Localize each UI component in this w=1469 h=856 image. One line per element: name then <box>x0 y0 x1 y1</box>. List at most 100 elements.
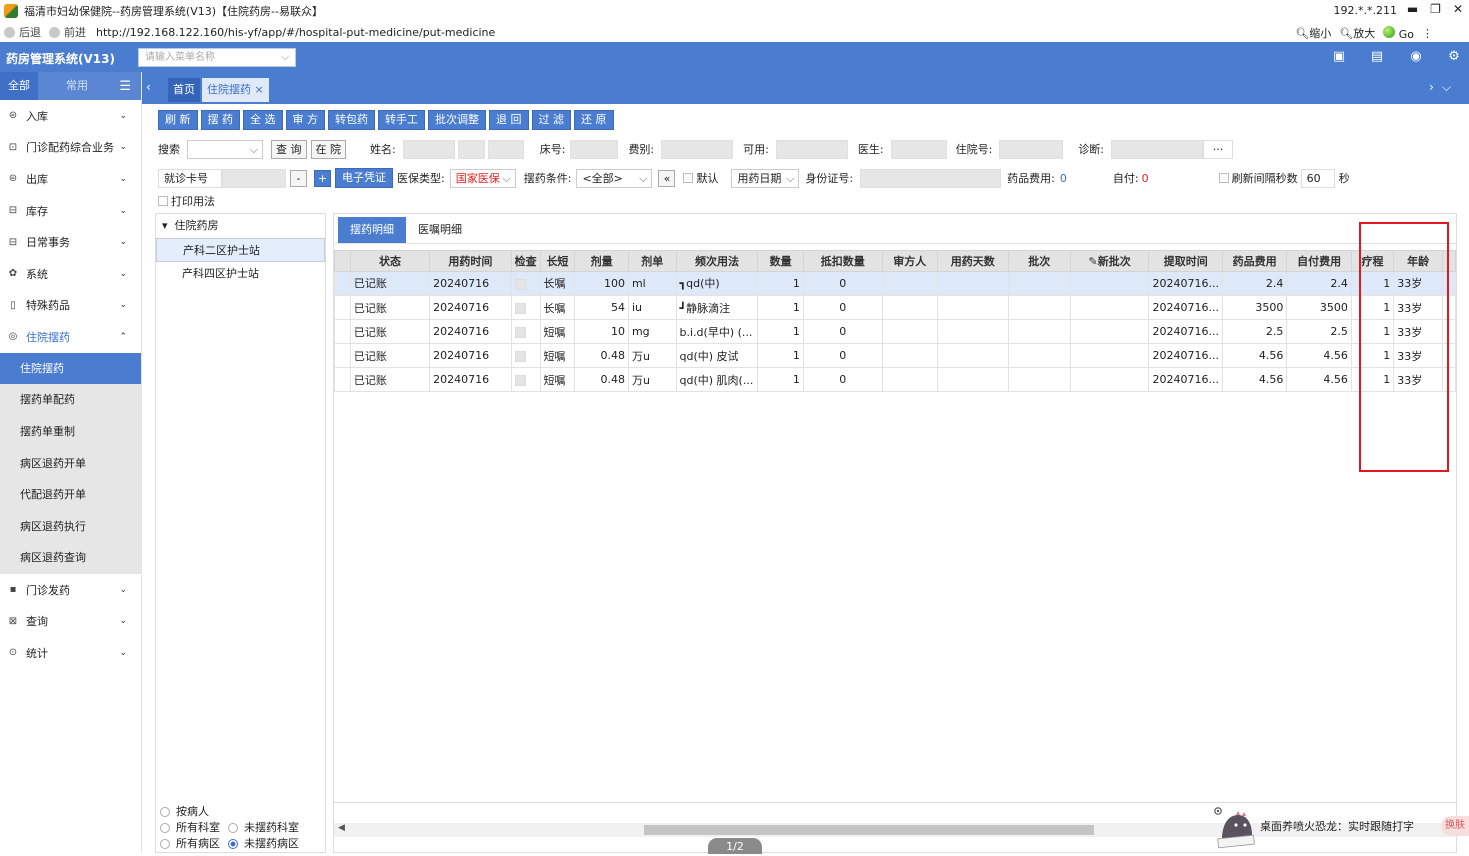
toolbar-button[interactable]: 过 滤 <box>531 110 571 130</box>
table-row[interactable]: 已记账 20240716 长嘱 54 iu ┛静脉滴注 1 0 20240716... 3500 3… <box>334 295 1457 320</box>
default-checkbox[interactable] <box>683 173 694 183</box>
forward-button[interactable]: 前进 <box>49 24 86 40</box>
check-checkbox[interactable] <box>514 278 526 290</box>
scroll-left-icon[interactable]: ◀ <box>338 823 345 833</box>
settings-icon[interactable]: ⚙ <box>1446 49 1462 65</box>
radio-button[interactable] <box>160 807 170 817</box>
card-type-select[interactable]: 就诊卡号 <box>158 168 222 188</box>
interval-input[interactable]: 60 <box>1300 168 1335 188</box>
screen-icon[interactable]: ▣ <box>1331 49 1347 65</box>
zoom-in-button[interactable]: 🔍︎放大 <box>1339 25 1375 41</box>
tab-current[interactable]: 住院摆药 × <box>202 78 269 102</box>
ime-toolbar[interactable]: 桌面养喷火恐龙：实时跟随打字 换肤 <box>1212 803 1469 853</box>
column-header[interactable]: 提取时间 <box>1148 250 1223 272</box>
sidebar-submenu-item[interactable]: 住院摆药 <box>0 352 141 385</box>
sidebar-menu-item[interactable]: ⊠ 查询 ⌄ <box>0 606 141 638</box>
table-row[interactable]: 已记账 20240716 长嘱 100 ml ┓qd(中) 1 0 20240716... 2.4… <box>334 271 1457 296</box>
column-header[interactable]: 检查 <box>510 250 541 272</box>
tab-close-icon[interactable]: × <box>255 83 264 96</box>
radio-button[interactable] <box>160 823 170 833</box>
menu-toggle-icon[interactable]: ☰ <box>119 79 131 94</box>
radio-button[interactable] <box>228 839 238 849</box>
e-cert-button[interactable]: 电子凭证 <box>335 168 393 188</box>
sidebar-submenu-item[interactable]: 摆药单重制 <box>0 415 141 448</box>
bed-input[interactable] <box>570 139 619 159</box>
refresh-interval-checkbox[interactable] <box>1218 173 1229 183</box>
sidebar-menu-item[interactable]: ⊙ 统计 ⌄ <box>0 637 141 669</box>
column-header[interactable]: 长短 <box>539 250 576 272</box>
toolbar-button[interactable]: 刷 新 <box>158 110 198 130</box>
close-icon[interactable]: ✕ <box>1453 2 1463 16</box>
back-button[interactable]: 后退 <box>4 24 41 40</box>
diagnosis-more-button[interactable]: ··· <box>1203 139 1234 159</box>
more-icon[interactable]: ⋮ <box>1422 27 1433 40</box>
toolbar-button[interactable]: 批次调整 <box>428 110 486 130</box>
sidebar-tab-common[interactable]: 常用 <box>58 72 96 100</box>
sidebar-menu-item[interactable]: ▯ 特殊药品 ⌄ <box>0 290 141 322</box>
card-number-input[interactable] <box>222 168 286 188</box>
doctor-input[interactable] <box>890 139 947 159</box>
sidebar-submenu-item[interactable]: 病区退药执行 <box>0 510 141 543</box>
menu-search-input[interactable]: 请输入菜单名称 ⌵ <box>138 48 296 67</box>
sidebar-menu-item[interactable]: ⊟ 库存 ⌄ <box>0 195 141 227</box>
radio-option[interactable]: 未摆药科室 <box>228 821 299 834</box>
table-row[interactable]: 已记账 20240716 短嘱 10 mg b.i.d(早中) (... 1 0 2024071… <box>334 319 1457 344</box>
radio-option[interactable]: 未摆药病区 <box>228 837 299 850</box>
check-checkbox[interactable] <box>514 374 526 386</box>
sidebar-menu-item[interactable]: ✿ 系统 ⌄ <box>0 258 141 290</box>
radio-button[interactable] <box>228 823 238 833</box>
minus-button[interactable]: - <box>290 169 307 187</box>
go-button[interactable]: Go <box>1383 25 1414 41</box>
sidebar-submenu-item[interactable]: 代配退药开单 <box>0 479 141 511</box>
column-header[interactable]: 用药时间 <box>429 250 512 272</box>
name-input[interactable] <box>402 139 455 159</box>
sidebar-menu-item[interactable]: ⊟ 日常事务 ⌄ <box>0 226 141 258</box>
url-field[interactable]: http://192.168.122.160/his-yf/app/#/hosp… <box>96 26 495 39</box>
radio-option[interactable]: 所有科室 <box>160 821 220 834</box>
search-select[interactable]: ⌵ <box>187 139 263 159</box>
sidebar-menu-item[interactable]: ⊡ 门诊配药综合业务 ⌄ <box>0 132 141 164</box>
column-header[interactable]: 状态 <box>349 250 431 272</box>
in-hospital-button[interactable]: 在 院 <box>310 139 346 159</box>
restore-icon[interactable]: ❐ <box>1430 2 1441 16</box>
grid-tab-dispense-detail[interactable]: 摆药明细 <box>338 217 406 243</box>
radio-button[interactable] <box>160 839 170 849</box>
tab-scroll-left-icon[interactable]: ‹ <box>146 80 151 94</box>
tree-root[interactable]: ▾ 住院药房 <box>156 214 325 238</box>
toolbar-button[interactable]: 转包药 <box>328 110 375 130</box>
sidebar-submenu-item[interactable]: 病区退药开单 <box>0 447 141 480</box>
zoom-out-button[interactable]: 🔍︎缩小 <box>1295 25 1331 41</box>
category-input[interactable] <box>661 139 734 159</box>
column-header[interactable]: 频次用法 <box>675 250 759 272</box>
tree-node-ward[interactable]: 产科二区护士站 <box>156 238 325 262</box>
check-checkbox[interactable] <box>514 350 526 362</box>
grid-tab-order-detail[interactable]: 医嘱明细 <box>406 217 474 243</box>
column-header[interactable]: 自付费用 <box>1286 250 1352 272</box>
table-row[interactable]: 已记账 20240716 短嘱 0.48 万u qd(中) 皮试 1 0 20240716...… <box>334 343 1457 368</box>
sidebar-menu-item[interactable]: ◎ 住院摆药 ⌃ <box>0 321 141 353</box>
sidebar-submenu-item[interactable]: 病区退药查询 <box>0 542 141 574</box>
id-no-input[interactable] <box>860 168 1002 188</box>
document-icon[interactable]: ▤ <box>1369 49 1385 65</box>
sidebar-menu-item[interactable]: ▪ 门诊发药 ⌄ <box>0 574 141 606</box>
condition-select[interactable]: <全部> ⌵ <box>576 168 653 188</box>
column-header[interactable]: ✎新批次 <box>1069 250 1150 272</box>
ime-skin-button[interactable]: 换肤 <box>1441 816 1469 836</box>
admission-no-input[interactable] <box>999 139 1064 159</box>
column-header[interactable]: 审方人 <box>881 250 938 272</box>
plus-button[interactable]: + <box>314 169 331 187</box>
toolbar-button[interactable]: 还 原 <box>574 110 614 130</box>
scrollbar-thumb[interactable] <box>644 825 1094 835</box>
tree-node-ward[interactable]: 产科四区护士站 <box>156 262 325 286</box>
column-header[interactable]: 剂量 <box>574 250 629 272</box>
collapse-button[interactable]: « <box>658 169 676 187</box>
print-usage-checkbox[interactable] <box>158 196 168 206</box>
column-header[interactable]: 抵扣数量 <box>802 250 883 272</box>
check-checkbox[interactable] <box>514 302 526 314</box>
column-header[interactable]: 用药天数 <box>936 250 1009 272</box>
column-header[interactable]: 数量 <box>757 250 804 272</box>
toolbar-button[interactable]: 审 方 <box>285 110 325 130</box>
tab-scroll-right-icon[interactable]: ›⌵ <box>1429 80 1459 95</box>
minimize-icon[interactable]: ▬ <box>1407 2 1418 16</box>
ins-type-select[interactable]: 国家医保 ⌵ <box>449 168 516 188</box>
